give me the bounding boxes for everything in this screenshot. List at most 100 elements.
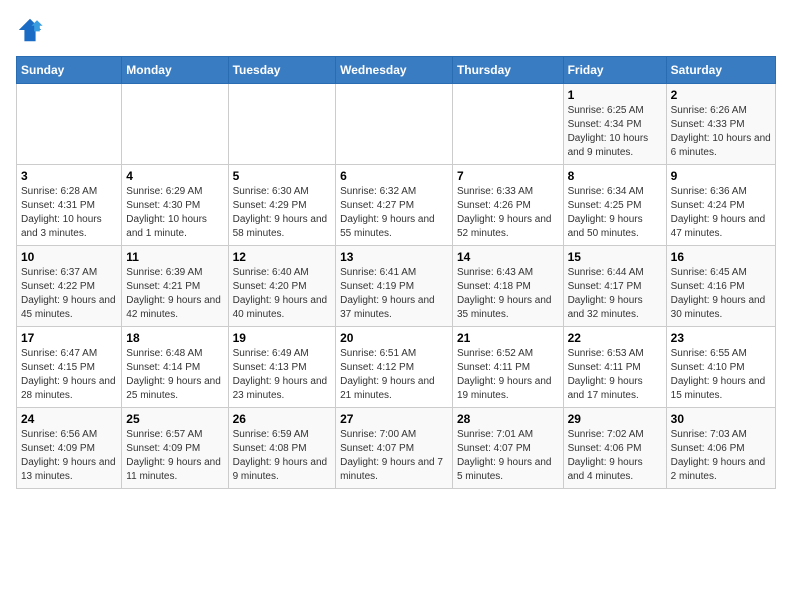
day-number: 26 <box>233 412 332 426</box>
day-number: 15 <box>568 250 662 264</box>
day-number: 14 <box>457 250 559 264</box>
page-header <box>16 16 776 44</box>
day-number: 25 <box>126 412 223 426</box>
day-number: 22 <box>568 331 662 345</box>
day-info: Sunrise: 6:59 AM Sunset: 4:08 PM Dayligh… <box>233 428 332 484</box>
day-info: Sunrise: 7:00 AM Sunset: 4:07 PM Dayligh… <box>340 428 448 484</box>
day-info: Sunrise: 6:36 AM Sunset: 4:24 PM Dayligh… <box>671 185 771 241</box>
day-number: 4 <box>126 169 223 183</box>
calendar-cell: 5 Sunrise: 6:30 AM Sunset: 4:29 PM Daylig… <box>228 165 336 246</box>
day-number: 16 <box>671 250 771 264</box>
day-number: 17 <box>21 331 117 345</box>
day-number: 8 <box>568 169 662 183</box>
calendar-cell: 27 Sunrise: 7:00 AM Sunset: 4:07 PM Dayli… <box>336 408 453 489</box>
weekday-header-thursday: Thursday <box>452 57 563 84</box>
day-number: 2 <box>671 88 771 102</box>
calendar-cell: 11 Sunrise: 6:39 AM Sunset: 4:21 PM Dayli… <box>122 246 228 327</box>
day-number: 9 <box>671 169 771 183</box>
day-info: Sunrise: 6:52 AM Sunset: 4:11 PM Dayligh… <box>457 347 559 403</box>
day-info: Sunrise: 6:33 AM Sunset: 4:26 PM Dayligh… <box>457 185 559 241</box>
day-number: 30 <box>671 412 771 426</box>
day-info: Sunrise: 6:53 AM Sunset: 4:11 PM Dayligh… <box>568 347 662 403</box>
calendar-cell: 29 Sunrise: 7:02 AM Sunset: 4:06 PM Dayli… <box>563 408 666 489</box>
day-number: 3 <box>21 169 117 183</box>
day-number: 29 <box>568 412 662 426</box>
calendar-cell: 8 Sunrise: 6:34 AM Sunset: 4:25 PM Daylig… <box>563 165 666 246</box>
day-info: Sunrise: 7:03 AM Sunset: 4:06 PM Dayligh… <box>671 428 771 484</box>
day-number: 24 <box>21 412 117 426</box>
weekday-header-sunday: Sunday <box>17 57 122 84</box>
day-info: Sunrise: 6:56 AM Sunset: 4:09 PM Dayligh… <box>21 428 117 484</box>
day-info: Sunrise: 6:40 AM Sunset: 4:20 PM Dayligh… <box>233 266 332 322</box>
day-number: 12 <box>233 250 332 264</box>
calendar-cell: 4Sunrise: 6:29 AM Sunset: 4:30 PM Daylig… <box>122 165 228 246</box>
weekday-header-saturday: Saturday <box>666 57 775 84</box>
day-info: Sunrise: 6:30 AM Sunset: 4:29 PM Dayligh… <box>233 185 332 241</box>
calendar-cell: 1 Sunrise: 6:25 AM Sunset: 4:34 PM Daylig… <box>563 84 666 165</box>
calendar-cell: 22 Sunrise: 6:53 AM Sunset: 4:11 PM Dayli… <box>563 327 666 408</box>
calendar-cell: 18 Sunrise: 6:48 AM Sunset: 4:14 PM Dayli… <box>122 327 228 408</box>
day-info: Sunrise: 6:37 AM Sunset: 4:22 PM Dayligh… <box>21 266 117 322</box>
calendar-cell <box>336 84 453 165</box>
calendar-cell: 25 Sunrise: 6:57 AM Sunset: 4:09 PM Dayli… <box>122 408 228 489</box>
weekday-header-tuesday: Tuesday <box>228 57 336 84</box>
day-info: Sunrise: 6:43 AM Sunset: 4:18 PM Dayligh… <box>457 266 559 322</box>
calendar-cell: 19 Sunrise: 6:49 AM Sunset: 4:13 PM Dayli… <box>228 327 336 408</box>
calendar-cell <box>452 84 563 165</box>
calendar-cell <box>17 84 122 165</box>
day-info: Sunrise: 6:44 AM Sunset: 4:17 PM Dayligh… <box>568 266 662 322</box>
day-number: 13 <box>340 250 448 264</box>
day-info: Sunrise: 6:48 AM Sunset: 4:14 PM Dayligh… <box>126 347 223 403</box>
day-info: Sunrise: 6:51 AM Sunset: 4:12 PM Dayligh… <box>340 347 448 403</box>
calendar-cell: 30 Sunrise: 7:03 AM Sunset: 4:06 PM Dayli… <box>666 408 775 489</box>
calendar-cell: 3 Sunrise: 6:28 AM Sunset: 4:31 PM Daylig… <box>17 165 122 246</box>
day-number: 20 <box>340 331 448 345</box>
calendar-cell: 13 Sunrise: 6:41 AM Sunset: 4:19 PM Dayli… <box>336 246 453 327</box>
day-number: 6 <box>340 169 448 183</box>
day-info: Sunrise: 6:34 AM Sunset: 4:25 PM Dayligh… <box>568 185 662 241</box>
day-info: Sunrise: 7:02 AM Sunset: 4:06 PM Dayligh… <box>568 428 662 484</box>
day-number: 10 <box>21 250 117 264</box>
calendar-cell: 28Sunrise: 7:01 AM Sunset: 4:07 PM Dayli… <box>452 408 563 489</box>
weekday-header-monday: Monday <box>122 57 228 84</box>
calendar-cell: 21 Sunrise: 6:52 AM Sunset: 4:11 PM Dayli… <box>452 327 563 408</box>
calendar-cell: 23 Sunrise: 6:55 AM Sunset: 4:10 PM Dayli… <box>666 327 775 408</box>
day-number: 19 <box>233 331 332 345</box>
calendar-cell: 10 Sunrise: 6:37 AM Sunset: 4:22 PM Dayli… <box>17 246 122 327</box>
calendar-cell: 20 Sunrise: 6:51 AM Sunset: 4:12 PM Dayli… <box>336 327 453 408</box>
calendar-cell: 2 Sunrise: 6:26 AM Sunset: 4:33 PM Daylig… <box>666 84 775 165</box>
calendar-table: SundayMondayTuesdayWednesdayThursdayFrid… <box>16 56 776 489</box>
day-number: 23 <box>671 331 771 345</box>
day-info: Sunrise: 6:45 AM Sunset: 4:16 PM Dayligh… <box>671 266 771 322</box>
day-info: Sunrise: 6:57 AM Sunset: 4:09 PM Dayligh… <box>126 428 223 484</box>
day-info: Sunrise: 6:41 AM Sunset: 4:19 PM Dayligh… <box>340 266 448 322</box>
calendar-cell <box>228 84 336 165</box>
day-info: Sunrise: 6:39 AM Sunset: 4:21 PM Dayligh… <box>126 266 223 322</box>
day-number: 11 <box>126 250 223 264</box>
calendar-cell: 6 Sunrise: 6:32 AM Sunset: 4:27 PM Daylig… <box>336 165 453 246</box>
day-info: Sunrise: 6:55 AM Sunset: 4:10 PM Dayligh… <box>671 347 771 403</box>
calendar-cell: 14 Sunrise: 6:43 AM Sunset: 4:18 PM Dayli… <box>452 246 563 327</box>
calendar-cell: 17Sunrise: 6:47 AM Sunset: 4:15 PM Dayli… <box>17 327 122 408</box>
day-number: 1 <box>568 88 662 102</box>
day-number: 28 <box>457 412 559 426</box>
day-info: Sunrise: 6:32 AM Sunset: 4:27 PM Dayligh… <box>340 185 448 241</box>
calendar-cell: 9 Sunrise: 6:36 AM Sunset: 4:24 PM Daylig… <box>666 165 775 246</box>
day-info: Sunrise: 6:49 AM Sunset: 4:13 PM Dayligh… <box>233 347 332 403</box>
day-number: 21 <box>457 331 559 345</box>
calendar-cell: 15 Sunrise: 6:44 AM Sunset: 4:17 PM Dayli… <box>563 246 666 327</box>
calendar-cell: 26 Sunrise: 6:59 AM Sunset: 4:08 PM Dayli… <box>228 408 336 489</box>
day-info: Sunrise: 6:26 AM Sunset: 4:33 PM Dayligh… <box>671 104 771 160</box>
weekday-header-wednesday: Wednesday <box>336 57 453 84</box>
day-number: 18 <box>126 331 223 345</box>
day-number: 7 <box>457 169 559 183</box>
weekday-header-friday: Friday <box>563 57 666 84</box>
day-number: 27 <box>340 412 448 426</box>
calendar-cell: 12 Sunrise: 6:40 AM Sunset: 4:20 PM Dayli… <box>228 246 336 327</box>
day-number: 5 <box>233 169 332 183</box>
day-info: Sunrise: 6:28 AM Sunset: 4:31 PM Dayligh… <box>21 185 117 241</box>
calendar-cell: 16 Sunrise: 6:45 AM Sunset: 4:16 PM Dayli… <box>666 246 775 327</box>
logo-icon <box>16 16 44 44</box>
day-info: Sunrise: 6:25 AM Sunset: 4:34 PM Dayligh… <box>568 104 662 160</box>
calendar-cell: 7 Sunrise: 6:33 AM Sunset: 4:26 PM Daylig… <box>452 165 563 246</box>
